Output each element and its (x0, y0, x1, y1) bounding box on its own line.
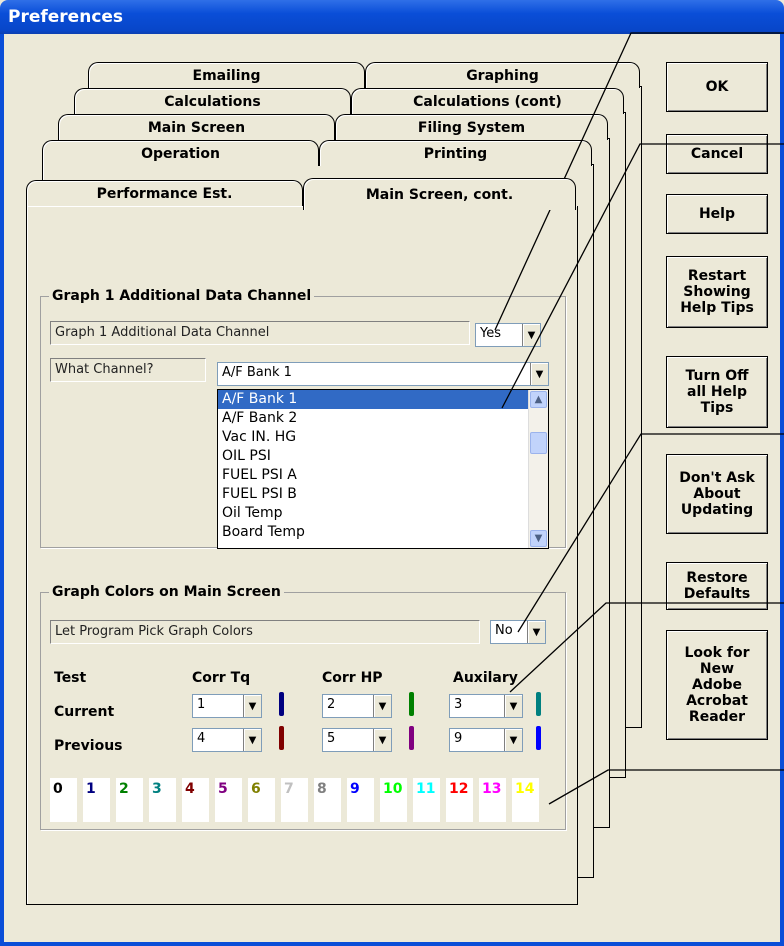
palette-color-13: 13 (479, 778, 506, 822)
graph1-field-label: Graph 1 Additional Data Channel (50, 321, 470, 345)
dropdown-scrollbar[interactable]: ▲ ▼ (528, 390, 548, 548)
pick-colors-select[interactable]: No ▼ (490, 620, 546, 644)
chevron-down-icon[interactable]: ▼ (504, 695, 522, 717)
chevron-down-icon[interactable]: ▼ (504, 729, 522, 751)
row-current-label: Current (54, 704, 115, 720)
palette-color-5: 5 (215, 778, 242, 822)
current-auxilary-value: 3 (454, 697, 463, 712)
graph-colors-group-title: Graph Colors on Main Screen (52, 584, 281, 600)
channel-option[interactable]: OIL PSI (218, 447, 548, 466)
channel-options: A/F Bank 1 A/F Bank 2 Vac IN. HG OIL PSI FUE… (218, 390, 548, 542)
palette-color-11: 11 (413, 778, 440, 822)
tab-graphing[interactable]: Graphing (365, 62, 640, 88)
dont-ask-updating-button[interactable]: Don't Ask About Updating (666, 454, 768, 534)
tab-performance-est[interactable]: Performance Est. (26, 180, 303, 206)
current-corr-tq-select[interactable]: 1 ▼ (192, 694, 262, 718)
ok-button[interactable]: OK (666, 62, 768, 112)
palette-color-0: 0 (50, 778, 77, 822)
chevron-down-icon[interactable]: ▼ (243, 729, 261, 751)
palette-color-1: 1 (83, 778, 110, 822)
chevron-down-icon[interactable]: ▼ (373, 729, 391, 751)
window-frame-left (0, 34, 4, 946)
previous-auxilary-swatch (536, 726, 541, 750)
previous-corr-tq-value: 4 (197, 731, 206, 746)
current-corr-hp-value: 2 (327, 697, 336, 712)
palette-color-7: 7 (281, 778, 308, 822)
turn-off-help-tips-button[interactable]: Turn Off all Help Tips (666, 356, 768, 428)
palette-color-6: 6 (248, 778, 275, 822)
window-frame-bottom (0, 942, 784, 946)
tab-calculations[interactable]: Calculations (74, 88, 351, 114)
graph1-enable-value: Yes (480, 326, 501, 341)
previous-corr-hp-select[interactable]: 5 ▼ (322, 728, 392, 752)
graph1-enable-select[interactable]: Yes ▼ (475, 323, 541, 347)
channel-option[interactable]: Vac IN. HG (218, 428, 548, 447)
scroll-thumb[interactable] (530, 432, 547, 454)
channel-select[interactable]: A/F Bank 1 ▼ (217, 362, 549, 386)
channel-option[interactable]: A/F Bank 1 (218, 390, 548, 409)
palette-color-14: 14 (512, 778, 539, 822)
chevron-down-icon[interactable]: ▼ (530, 363, 548, 385)
scroll-up-icon[interactable]: ▲ (530, 391, 547, 408)
previous-corr-hp-swatch (409, 726, 414, 750)
chevron-down-icon[interactable]: ▼ (522, 324, 540, 346)
graph1-group-title: Graph 1 Additional Data Channel (52, 288, 312, 304)
palette-color-2: 2 (116, 778, 143, 822)
palette-color-3: 3 (149, 778, 176, 822)
current-corr-hp-swatch (409, 692, 414, 716)
chevron-down-icon[interactable]: ▼ (527, 621, 545, 643)
channel-option[interactable]: FUEL PSI A (218, 466, 548, 485)
current-corr-tq-value: 1 (197, 697, 206, 712)
palette-color-12: 12 (446, 778, 473, 822)
previous-corr-hp-value: 5 (327, 731, 336, 746)
channel-option[interactable]: Oil Temp (218, 504, 548, 523)
channel-option[interactable]: A/F Bank 2 (218, 409, 548, 428)
previous-corr-tq-swatch (279, 726, 284, 750)
pick-colors-label: Let Program Pick Graph Colors (50, 620, 480, 644)
window-title: Preferences (0, 0, 784, 34)
channel-option[interactable]: FUEL PSI B (218, 485, 548, 504)
pick-colors-value: No (495, 623, 513, 638)
restore-defaults-button[interactable]: Restore Defaults (666, 562, 768, 610)
channel-option[interactable]: Board Temp (218, 523, 548, 542)
current-corr-tq-swatch (279, 692, 284, 716)
palette-color-9: 9 (347, 778, 374, 822)
tab-printing[interactable]: Printing (319, 140, 592, 166)
channel-dropdown-list[interactable]: A/F Bank 1 A/F Bank 2 Vac IN. HG OIL PSI FUE… (217, 389, 549, 549)
look-for-adobe-reader-button[interactable]: Look for New Adobe Acrobat Reader (666, 630, 768, 740)
header-test: Test (54, 670, 87, 686)
scroll-down-icon[interactable]: ▼ (530, 530, 547, 547)
palette-color-8: 8 (314, 778, 341, 822)
tab-operation[interactable]: Operation (42, 140, 319, 166)
header-corr-hp: Corr HP (322, 670, 383, 686)
current-auxilary-select[interactable]: 3 ▼ (449, 694, 523, 718)
row-previous-label: Previous (54, 738, 123, 754)
palette-color-4: 4 (182, 778, 209, 822)
channel-select-value: A/F Bank 1 (222, 365, 292, 380)
current-corr-hp-select[interactable]: 2 ▼ (322, 694, 392, 718)
chevron-down-icon[interactable]: ▼ (373, 695, 391, 717)
header-corr-tq: Corr Tq (192, 670, 251, 686)
help-button[interactable]: Help (666, 194, 768, 234)
window-frame-right (780, 34, 784, 946)
tab-emailing[interactable]: Emailing (88, 62, 365, 88)
tab-main-screen-cont[interactable]: Main Screen, cont. (303, 178, 576, 210)
channel-label: What Channel? (50, 358, 206, 382)
current-auxilary-swatch (536, 692, 541, 716)
header-auxilary: Auxilary (453, 670, 518, 686)
previous-auxilary-value: 9 (454, 731, 463, 746)
tab-main-screen[interactable]: Main Screen (58, 114, 335, 140)
palette-color-10: 10 (380, 778, 407, 822)
tab-calculations-cont[interactable]: Calculations (cont) (351, 88, 624, 114)
cancel-button[interactable]: Cancel (666, 134, 768, 174)
tab-filing-system[interactable]: Filing System (335, 114, 608, 140)
restart-help-tips-button[interactable]: Restart Showing Help Tips (666, 256, 768, 328)
previous-auxilary-select[interactable]: 9 ▼ (449, 728, 523, 752)
chevron-down-icon[interactable]: ▼ (243, 695, 261, 717)
previous-corr-tq-select[interactable]: 4 ▼ (192, 728, 262, 752)
